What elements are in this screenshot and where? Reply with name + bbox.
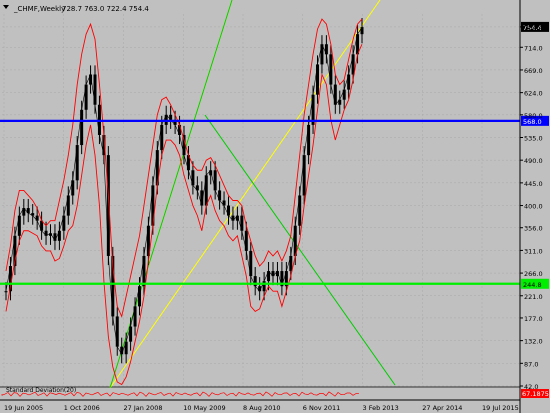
x-tick-label: 3 Feb 2013	[363, 404, 399, 412]
y-tick-label: 221.0	[524, 293, 543, 301]
indicator-badge-label: 67.1875	[522, 390, 549, 398]
price-candle-body	[342, 89, 346, 100]
price-candle-body	[133, 306, 137, 327]
x-tick-label: 8 Aug 2010	[243, 404, 281, 412]
price-candle-body	[53, 233, 57, 241]
y-tick-label: 535.0	[524, 134, 543, 142]
price-candle-body	[160, 124, 164, 151]
y-tick-label: 624.0	[524, 90, 543, 98]
price-candle-body	[75, 145, 79, 181]
level-badge-label: 244.8	[523, 281, 542, 289]
price-candle-body	[17, 215, 21, 236]
price-candle-body	[57, 230, 61, 241]
price-candle-body	[329, 54, 333, 85]
y-tick-label: 580.0	[524, 112, 543, 120]
price-candle-body	[4, 291, 8, 293]
x-tick-label: 27 Jan 2008	[124, 404, 163, 412]
price-candle-body	[124, 341, 128, 355]
indicator-label: Standard Deviation(20)	[6, 387, 76, 394]
y-tick-label: 714.0	[524, 44, 543, 52]
price-candle-body	[191, 170, 195, 186]
chart-header-symbol: _CHMF,Weekly	[13, 5, 65, 13]
price-candle-body	[213, 170, 217, 191]
y-tick-label: 311.0	[524, 247, 543, 255]
y-tick-label: 42.0	[524, 383, 538, 391]
price-candle-body	[244, 230, 248, 251]
price-candle-body	[93, 74, 97, 105]
price-candle-body	[80, 109, 84, 146]
price-candle-body	[218, 190, 222, 201]
price-candle-body	[249, 250, 253, 277]
y-tick-label: 177.0	[524, 315, 543, 323]
price-candle-body	[138, 286, 141, 307]
price-candle-body	[227, 205, 230, 216]
price-candle-body	[142, 255, 146, 287]
price-candle-body	[307, 124, 311, 156]
price-candle-body	[62, 215, 66, 231]
y-tick-label: 87.0	[524, 360, 538, 368]
price-candle-body	[360, 27, 364, 35]
price-candle-body	[129, 326, 133, 342]
y-tick-label: 356.0	[524, 225, 543, 233]
price-candle-body	[84, 84, 88, 110]
price-candle-body	[289, 255, 293, 272]
x-tick-label: 19 Jun 2005	[4, 404, 43, 412]
price-candle-body	[204, 175, 208, 206]
y-tick-label: 400.0	[524, 203, 543, 211]
price-candle-body	[302, 155, 306, 196]
y-tick-label: 490.0	[524, 157, 543, 165]
y-tick-label: 669.0	[524, 67, 543, 75]
x-tick-label: 6 Nov 2011	[303, 404, 341, 412]
y-tick-label: 445.0	[524, 180, 543, 188]
x-tick-label: 19 Jul 2015	[482, 404, 519, 412]
price-candle-body	[115, 316, 119, 347]
chart-background	[0, 0, 550, 413]
x-tick-label: 10 May 2009	[183, 404, 225, 412]
x-tick-label: 27 Apr 2014	[422, 404, 462, 412]
chart-header-ohlc: 728.7 763.0 722.4 754.4	[62, 5, 149, 13]
x-tick-label: 1 Oct 2006	[64, 404, 100, 412]
price-candle-body	[324, 44, 328, 55]
y-tick-label: 266.0	[524, 270, 543, 278]
price-candle-body	[262, 281, 266, 292]
price-candle-body	[240, 215, 244, 231]
price-candle-body	[298, 195, 302, 226]
price-candle-body	[66, 195, 70, 216]
price-candle-body	[333, 84, 337, 105]
price-candle-body	[316, 64, 319, 95]
price-candle-body	[71, 180, 75, 196]
y-tick-label: 132.0	[524, 338, 543, 346]
price-candle-body	[347, 74, 351, 90]
y-tick-label: 754.4	[524, 24, 543, 32]
price-chart[interactable]: 67.1875 568.0244.8754.4 754.4714.0669.06…	[0, 0, 550, 413]
